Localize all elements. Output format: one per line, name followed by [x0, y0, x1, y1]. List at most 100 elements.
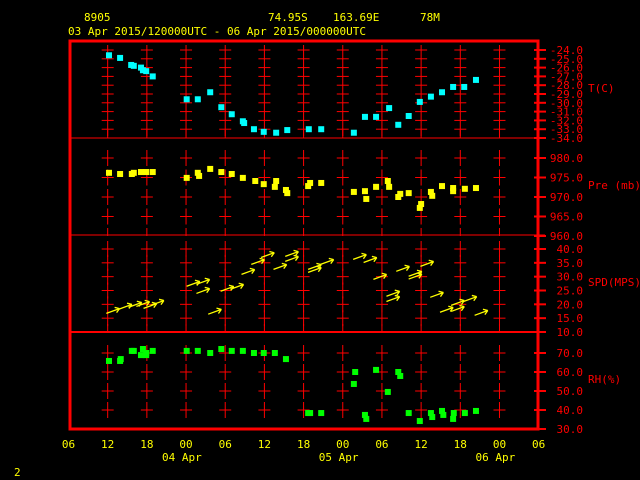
- temperature-point: [450, 83, 457, 90]
- x-tick-label: 06: [219, 438, 232, 451]
- humidity-point: [461, 410, 468, 417]
- wind-arrow-head: [428, 259, 434, 263]
- temperature-point: [305, 126, 312, 133]
- y-tick-label: 60.0: [557, 366, 584, 379]
- pressure-point: [273, 178, 280, 185]
- latitude: 74.95S: [268, 11, 308, 24]
- x-tick-label: 06: [62, 438, 75, 451]
- humidity-point: [440, 411, 447, 418]
- humidity-point: [218, 346, 225, 353]
- humidity-point: [429, 414, 436, 421]
- temperature-point: [130, 62, 137, 69]
- humidity-point: [384, 388, 391, 395]
- wind-arrow: [373, 272, 388, 280]
- wind-arrow-head: [249, 267, 255, 271]
- grid-crosses: [101, 45, 506, 418]
- wind-arrow: [386, 289, 401, 297]
- pressure-point: [117, 170, 124, 177]
- pressure-point: [130, 169, 137, 176]
- pressure-point: [271, 183, 278, 190]
- y-tick-label: 70.0: [557, 347, 584, 360]
- humidity-point: [271, 350, 278, 356]
- y-tick-label: -34.0: [550, 132, 583, 145]
- temperature-point: [439, 89, 446, 96]
- wind-arrow: [106, 306, 121, 314]
- temperature-point: [105, 52, 112, 59]
- x-tick-label: 06: [375, 438, 388, 451]
- wind-arrow-head: [204, 277, 210, 281]
- humidity-point: [282, 356, 289, 363]
- wind-arrow-head: [394, 289, 400, 293]
- y-tick-label: 50.0: [557, 385, 584, 398]
- pressure-point: [429, 192, 436, 199]
- date-label: 04 Apr: [162, 451, 202, 464]
- humidity-point: [207, 350, 214, 356]
- temperature-point: [273, 129, 280, 136]
- wind-arrow: [320, 257, 335, 266]
- humidity-point: [260, 350, 267, 356]
- humidity-point: [183, 347, 190, 354]
- data-marks: [105, 52, 489, 425]
- humidity-point: [307, 410, 314, 417]
- y-tick-label: 965.0: [550, 211, 583, 224]
- y-tick-label: 20.0: [557, 298, 584, 311]
- y-tick-label: 15.0: [557, 312, 584, 325]
- wind-arrow: [429, 290, 444, 298]
- y-tick-label: 10.0: [557, 326, 584, 339]
- wind-arrow: [352, 252, 367, 261]
- temperature-point: [250, 126, 257, 133]
- page-number: 2: [14, 466, 21, 479]
- wind-arrow-head: [471, 294, 477, 298]
- wind-arrow: [260, 250, 275, 259]
- pressure-point: [397, 190, 404, 197]
- temperature-point: [143, 68, 150, 75]
- wind-arrow-head: [136, 300, 142, 304]
- wind-arrow-head: [381, 272, 387, 276]
- humidity-point: [472, 407, 479, 414]
- y-tick-label: 30.0: [557, 271, 584, 284]
- y-tick-label: 975.0: [550, 172, 583, 185]
- panel-label-temperature: T(C): [588, 82, 615, 95]
- pressure-point: [207, 165, 214, 172]
- x-tick-label: 00: [493, 438, 506, 451]
- wind-arrow-head: [482, 308, 488, 312]
- temperature-point: [373, 113, 380, 120]
- humidity-point: [450, 410, 457, 417]
- wind-arrow-head: [293, 249, 299, 253]
- pressure-point: [239, 174, 246, 181]
- humidity-point: [149, 347, 156, 354]
- humidity-point: [373, 366, 380, 373]
- humidity-point: [228, 347, 235, 354]
- wind-arrow-head: [269, 250, 275, 254]
- x-tick-label: 12: [414, 438, 427, 451]
- pressure-point: [252, 178, 259, 185]
- temperature-point: [472, 76, 479, 83]
- elevation: 78M: [420, 11, 440, 24]
- temperature-point: [461, 83, 468, 90]
- pressure-point: [405, 190, 412, 197]
- temperature-point: [218, 104, 225, 111]
- wind-arrow-head: [448, 305, 454, 309]
- humidity-point: [194, 347, 201, 354]
- wind-arrow: [196, 286, 211, 295]
- x-tick-label: 00: [179, 438, 192, 451]
- y-tick-label: 40.0: [557, 404, 584, 417]
- wind-arrow: [363, 255, 378, 264]
- temperature-point: [386, 105, 393, 112]
- wind-arrow-head: [216, 307, 222, 311]
- pressure-point: [418, 201, 425, 208]
- x-tick-label: 12: [101, 438, 114, 451]
- wind-arrow-head: [371, 255, 377, 259]
- temperature-point: [350, 129, 357, 136]
- wind-arrow: [386, 294, 401, 303]
- wind-arrow-head: [238, 282, 244, 286]
- temperature-point: [260, 128, 267, 135]
- x-tick-label: 18: [454, 438, 467, 451]
- humidity-point: [130, 347, 137, 354]
- station-id: 8905: [84, 11, 111, 24]
- wind-arrow: [241, 267, 256, 275]
- humidity-point: [363, 415, 370, 422]
- pressure-point: [461, 185, 468, 192]
- temperature-point: [361, 113, 368, 120]
- humidity-point: [117, 356, 124, 363]
